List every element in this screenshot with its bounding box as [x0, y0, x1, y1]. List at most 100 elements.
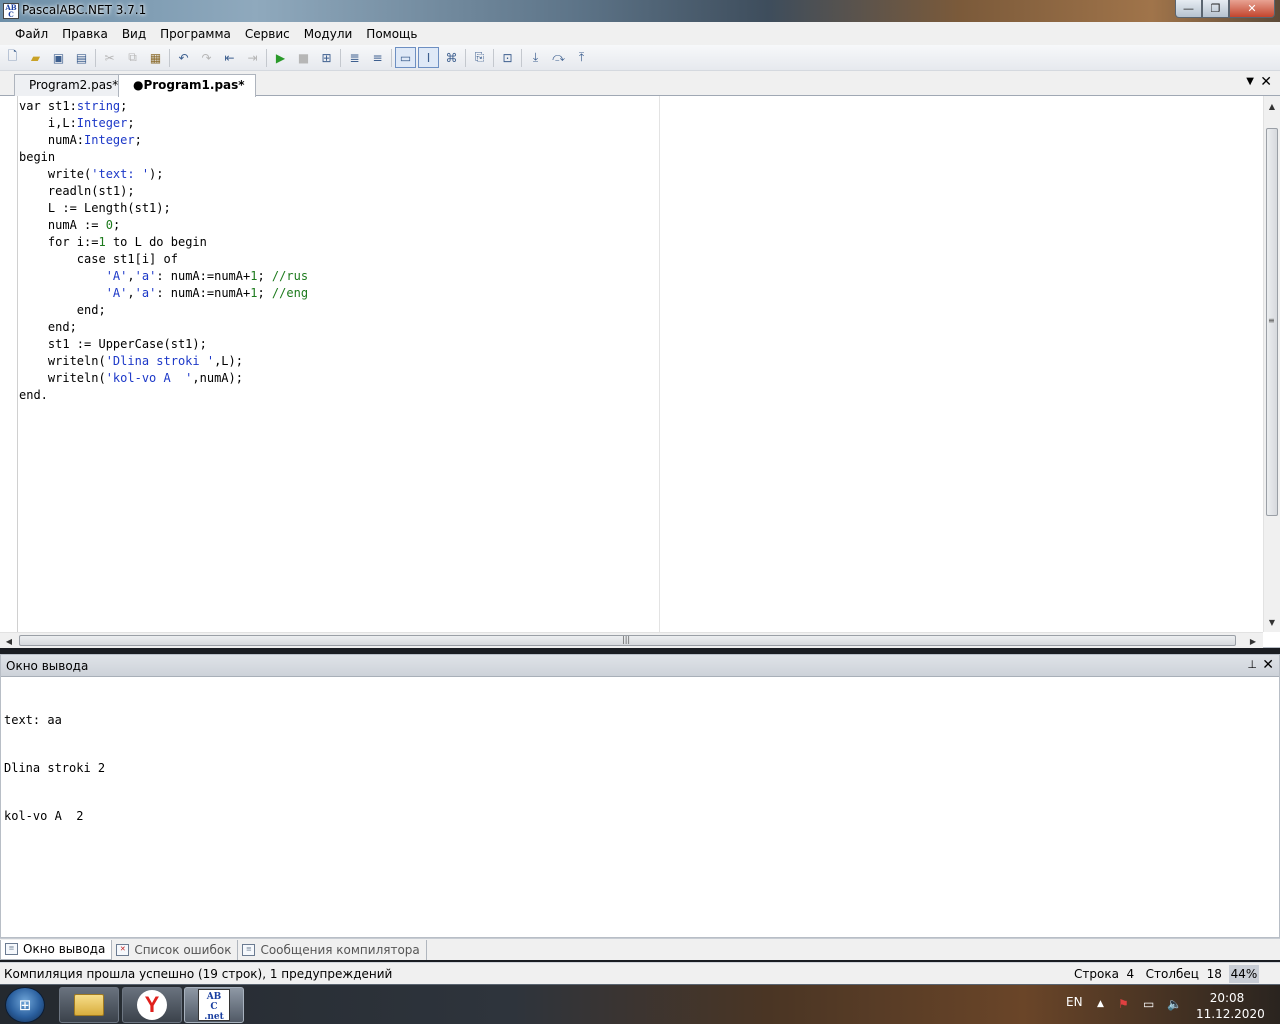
- code-token: 0: [105, 218, 113, 232]
- cut-icon[interactable]: ✂: [99, 47, 120, 68]
- compile-icon[interactable]: ⊞: [316, 47, 337, 68]
- horizontal-scrollbar[interactable]: ◀ ||| ▶: [0, 632, 1263, 648]
- stop-icon[interactable]: ■: [293, 47, 314, 68]
- redo-icon[interactable]: ↷: [196, 47, 217, 68]
- tab-output-window[interactable]: ≡ Окно вывода: [0, 939, 113, 960]
- editor-tab-strip: Program2.pas* ●Program1.pas* ▼ ✕: [0, 71, 1280, 97]
- scroll-right-icon[interactable]: ▶: [1245, 633, 1261, 649]
- maximize-button[interactable]: ❐: [1202, 0, 1229, 18]
- open-folder-icon[interactable]: ▰: [25, 47, 46, 68]
- code-token: 'A': [105, 286, 128, 300]
- cursor-position: Строка 4 Столбец 18: [1074, 967, 1222, 981]
- code-token: 'Dlina stroki ': [105, 354, 215, 368]
- code-token: numA :=: [19, 218, 106, 232]
- undo-icon[interactable]: ↶: [173, 47, 194, 68]
- grip-icon: ≡: [1268, 316, 1275, 325]
- output-text[interactable]: text: aa Dlina stroki 2 kol-vo A 2: [4, 680, 105, 856]
- code-line: begin: [19, 149, 659, 166]
- code-line: 'A','a': numA:=numA+1; //eng: [19, 285, 659, 302]
- code-token: end;: [19, 303, 106, 317]
- code-token: readln(st1);: [19, 184, 135, 198]
- code-token: 'kol-vo A ': [105, 371, 193, 385]
- toolbar: 🗋 ▰ ▣ ▤ ✂ ⧉ ▦ ↶ ↷ ⇤ ⇥ ▶ ■ ⊞ ≣ ≡ ▭ I ⌘ ⎘ …: [0, 45, 1280, 71]
- format-code-icon[interactable]: ⌘: [441, 47, 462, 68]
- show-hidden-icons-icon[interactable]: ▲: [1097, 999, 1104, 1009]
- code-token: writeln(: [19, 354, 106, 368]
- right-margin-line: [659, 96, 660, 632]
- step-into-icon[interactable]: ⤓: [525, 47, 546, 68]
- menu-file[interactable]: Файл: [8, 27, 55, 41]
- code-token: ;: [120, 99, 128, 113]
- tabs-dropdown-icon[interactable]: ▼: [1246, 76, 1254, 87]
- scroll-left-icon[interactable]: ◀: [1, 633, 17, 649]
- code-line: end;: [19, 319, 659, 336]
- language-indicator[interactable]: EN: [1066, 995, 1083, 1009]
- code-editor[interactable]: var st1:string; i,L:Integer; numA:Intege…: [0, 96, 1280, 648]
- save-all-icon[interactable]: ▤: [71, 47, 92, 68]
- code-token: for: [19, 235, 77, 249]
- tab-label: Список ошибок: [134, 942, 232, 957]
- close-window-button[interactable]: ✕: [1229, 0, 1275, 18]
- code-token: writeln(: [19, 371, 106, 385]
- code-token: ,numA);: [192, 371, 243, 385]
- menu-edit[interactable]: Правка: [55, 27, 115, 41]
- code-token: ;: [257, 269, 272, 283]
- output-window-icon: ≡: [5, 943, 18, 955]
- uncomment-lines-icon[interactable]: ≡: [367, 47, 388, 68]
- comment-lines-icon[interactable]: ≣: [344, 47, 365, 68]
- action-center-icon[interactable]: ⚑: [1118, 997, 1129, 1011]
- network-icon[interactable]: ▭: [1143, 997, 1154, 1011]
- navigate-back-icon[interactable]: ⇤: [219, 47, 240, 68]
- code-line: numA := 0;: [19, 217, 659, 234]
- code-token: numA:: [19, 133, 85, 147]
- clock-date: 11.12.2020: [1196, 1007, 1265, 1021]
- taskbar: ⊞ Y AB C .net EN ▲ ⚑ ▭ 🔈 20:08 11.12.2020: [0, 984, 1280, 1024]
- clock-time: 20:08: [1209, 991, 1245, 1005]
- clock[interactable]: 20:08 11.12.2020: [1196, 990, 1265, 1022]
- zoom-level[interactable]: 44%: [1229, 965, 1259, 983]
- tab-compiler-messages[interactable]: ≡ Сообщения компилятора: [238, 939, 427, 960]
- output-window-toggle-icon[interactable]: ▭: [395, 47, 416, 68]
- tab-program2[interactable]: Program2.pas*: [14, 74, 130, 96]
- step-out-icon[interactable]: ⤒: [571, 47, 592, 68]
- code-token: : numA:=numA+: [156, 286, 251, 300]
- input-window-toggle-icon[interactable]: I: [418, 47, 439, 68]
- run-icon[interactable]: ▶: [270, 47, 291, 68]
- menu-service[interactable]: Сервис: [238, 27, 297, 41]
- close-tab-icon[interactable]: ✕: [1260, 74, 1272, 90]
- menu-program[interactable]: Программа: [153, 27, 238, 41]
- copy-icon[interactable]: ⧉: [122, 47, 143, 68]
- minimize-button[interactable]: —: [1175, 0, 1202, 18]
- volume-icon[interactable]: 🔈: [1167, 997, 1182, 1011]
- output-panel-header: Окно вывода ⊥ ✕: [1, 655, 1279, 677]
- close-panel-icon[interactable]: ✕: [1262, 657, 1274, 673]
- code-line: end.: [19, 387, 659, 404]
- menu-view[interactable]: Вид: [115, 27, 153, 41]
- scroll-down-icon[interactable]: ▼: [1264, 614, 1280, 630]
- code-line: st1 := UpperCase(st1);: [19, 336, 659, 353]
- scroll-up-icon[interactable]: ▲: [1264, 98, 1280, 114]
- start-button[interactable]: ⊞: [5, 987, 45, 1023]
- output-line: Dlina stroki 2: [4, 761, 106, 775]
- paste-icon[interactable]: ▦: [145, 47, 166, 68]
- code-token: ;: [134, 133, 142, 147]
- new-file-icon[interactable]: 🗋: [2, 47, 23, 68]
- pin-icon[interactable]: ⊥: [1247, 658, 1257, 671]
- explorer-taskbar-button[interactable]: [59, 987, 119, 1023]
- tab-error-list[interactable]: ✕ Список ошибок: [112, 939, 239, 960]
- pascalabc-taskbar-button[interactable]: AB C .net: [184, 987, 244, 1023]
- menu-modules[interactable]: Модули: [297, 27, 360, 41]
- form-designer-icon[interactable]: ⊡: [497, 47, 518, 68]
- debug-icon[interactable]: ⎘: [469, 47, 490, 68]
- code-area[interactable]: var st1:string; i,L:Integer; numA:Intege…: [19, 98, 659, 632]
- yandex-browser-taskbar-button[interactable]: Y: [122, 987, 182, 1023]
- menu-help[interactable]: Помощь: [359, 27, 424, 41]
- tab-program1[interactable]: ●Program1.pas*: [118, 74, 256, 97]
- vertical-scrollbar[interactable]: ▲ ≡ ▼: [1263, 96, 1280, 632]
- navigate-forward-icon[interactable]: ⇥: [242, 47, 263, 68]
- save-icon[interactable]: ▣: [48, 47, 69, 68]
- step-over-icon[interactable]: ⤼: [548, 47, 569, 68]
- output-panel: Окно вывода ⊥ ✕ text: aa Dlina stroki 2 …: [0, 654, 1280, 938]
